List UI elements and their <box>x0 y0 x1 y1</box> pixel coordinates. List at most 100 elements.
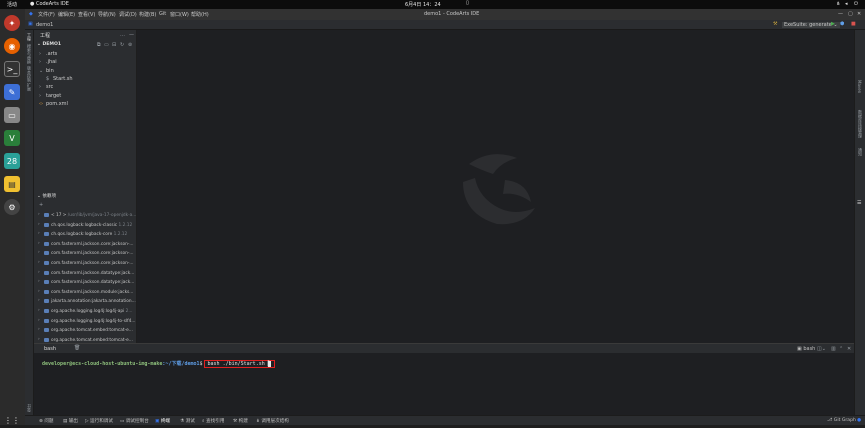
power-icon[interactable]: ⏻ <box>854 1 858 7</box>
notes-icon[interactable]: ▤ <box>4 176 20 192</box>
debug-icon[interactable]: ⬢ <box>840 21 844 27</box>
status-test[interactable]: ⚗ 测试 <box>180 418 195 424</box>
trash-icon[interactable]: ▥ <box>831 346 836 352</box>
dependency-item[interactable]: › ch.qos.logback:logback-core 1.2.12 <box>34 230 136 240</box>
terminal-icon[interactable]: >_ <box>4 61 20 77</box>
strip-db[interactable]: 数据库连接管理 <box>857 110 863 138</box>
dependency-label: < 17 > /usr/lib/jvm/java-17-openjdk-a... <box>51 213 136 218</box>
add-dependency-icon[interactable]: + <box>39 202 43 208</box>
status-terminal[interactable]: ▣ 终端 <box>155 418 170 424</box>
project-tab[interactable]: demo1 <box>36 22 53 28</box>
collapse-icon[interactable]: ⊟ <box>112 42 116 48</box>
menu-navigate[interactable]: 导航(N) <box>98 11 116 18</box>
tree-item[interactable]: › .jhai <box>34 58 136 66</box>
test-label: 测试 <box>185 419 195 424</box>
dependency-item[interactable]: › com.fasterxml.jackson.core:jackson-... <box>34 249 136 259</box>
app-grid-icon[interactable]: ⋮⋮ <box>4 412 20 428</box>
tree-item[interactable]: › src <box>34 83 136 91</box>
menu-help[interactable]: 帮助(H) <box>191 11 209 18</box>
split-terminal-icon[interactable]: ◫⌄ <box>817 346 826 352</box>
menu-file[interactable]: 文件(F) <box>38 11 55 18</box>
strip-notifications[interactable]: 通知 <box>857 148 863 156</box>
status-bell-icon[interactable]: ● <box>857 418 861 423</box>
jar-icon <box>44 280 49 285</box>
files-icon[interactable]: ▭ <box>4 107 20 123</box>
maximize-panel-icon[interactable]: ⌃ <box>839 346 843 352</box>
hammer-icon[interactable]: ⚒ <box>773 21 777 27</box>
menu-view[interactable]: 查看(V) <box>78 11 95 18</box>
project-panel: 工程 … — ⌄ DEMO1 ⧉ ▭ ⊟ ↻ ⊚ › .arts › .jhai ⌄ bi… <box>34 30 136 343</box>
dependency-label: com.fasterxml.jackson.datatype:jack... <box>51 280 134 285</box>
status-run-debug[interactable]: ▷ 运行和调试 <box>85 418 113 424</box>
tree-item[interactable]: › .arts <box>34 50 136 58</box>
refresh-icon[interactable]: ↻ <box>120 42 124 48</box>
dependency-item[interactable]: › < 17 > /usr/lib/jvm/java-17-openjdk-a..… <box>34 211 136 221</box>
calendar-icon[interactable]: 28 <box>4 153 20 169</box>
status-call-hierarchy[interactable]: ⋔ 调用层次结构 <box>256 418 289 424</box>
text-editor-icon[interactable]: ✎ <box>4 84 20 100</box>
hide-panel-icon[interactable]: — <box>129 32 134 38</box>
terminal-line[interactable]: developer@ecs-cloud-host-ubuntu-img-make… <box>42 360 275 368</box>
close-panel-icon[interactable]: ✕ <box>847 346 851 352</box>
dependency-item[interactable]: › org.apache.logging.log4j:log4j-api 2... <box>34 307 136 317</box>
strip-search[interactable]: 搜索与替换 <box>26 44 32 64</box>
firefox-icon[interactable]: ◉ <box>4 38 20 54</box>
terminal-tab[interactable]: bash <box>44 346 56 352</box>
new-folder-icon[interactable]: ▭ <box>104 42 109 48</box>
status-git-graph[interactable]: ⎇ Git Graph <box>827 418 856 423</box>
activities-button[interactable]: 活动 <box>7 1 17 8</box>
app-name[interactable]: ● CodeArts IDE <box>30 1 69 7</box>
status-debug-console[interactable]: ▭ 调试控制台 <box>120 418 149 424</box>
more-icon[interactable]: … <box>120 32 125 38</box>
dependency-item[interactable]: › com.fasterxml.jackson.core:jackson-... <box>34 259 136 269</box>
dependency-item[interactable]: › org.apache.tomcat.embed:tomcat-e... <box>34 326 136 336</box>
menu-edit[interactable]: 编辑(E) <box>58 11 75 18</box>
locate-icon[interactable]: ⊚ <box>128 42 132 48</box>
clock[interactable]: 6月4日 14：24 <box>405 1 441 8</box>
new-file-icon[interactable]: ⧉ <box>97 42 101 48</box>
codearts-icon[interactable]: ✦ <box>4 15 20 31</box>
shell-select[interactable]: ▣ bash <box>797 346 815 352</box>
menu-build[interactable]: 构建(B) <box>139 11 156 18</box>
strip-project[interactable]: 工程 <box>26 33 32 41</box>
dependencies-header[interactable]: ⌄ 依赖项 <box>37 193 56 199</box>
strip-bookmarks[interactable]: 书签 <box>26 404 32 412</box>
status-output[interactable]: ▤ 输出 <box>63 418 78 424</box>
run-icon[interactable]: ▶ <box>831 21 835 27</box>
stop-icon[interactable]: ■ <box>851 21 856 27</box>
settings-icon[interactable]: ⚙ <box>4 199 20 215</box>
maximize-icon[interactable]: ▢ <box>848 11 853 17</box>
strip-vcs[interactable]: 版本控制 <box>26 66 32 82</box>
volume-icon[interactable]: ◂ <box>845 1 848 7</box>
dependency-item[interactable]: › com.fasterxml.jackson.datatype:jack... <box>34 278 136 288</box>
dependency-item[interactable]: › com.fasterxml.jackson.datatype:jack... <box>34 269 136 279</box>
delete-terminal-icon[interactable]: 🗑 <box>74 345 80 351</box>
dependency-item[interactable]: › com.fasterxml.jackson.module:jacks... <box>34 288 136 298</box>
dependency-item[interactable]: › com.fasterxml.jackson.core:jackson-... <box>34 240 136 250</box>
tree-item[interactable]: ⌄ bin <box>34 67 136 75</box>
dependency-item[interactable]: › ch.qos.logback:logback-classic 1.2.12 <box>34 221 136 231</box>
status-find-references[interactable]: ⌕ 查找引用 <box>202 418 224 424</box>
chevron-icon: ⌄ <box>39 67 44 74</box>
dependency-name: com.fasterxml.jackson.datatype:jack... <box>51 270 135 276</box>
dependency-item[interactable]: › org.apache.logging.log4j:log4j-to-slf4.… <box>34 317 136 327</box>
close-icon[interactable]: ✕ <box>857 11 861 17</box>
status-build[interactable]: ⚒ 构建 <box>233 418 248 424</box>
vim-icon[interactable]: V <box>4 130 20 146</box>
tree-item[interactable]: ‹› pom.xml <box>34 100 136 108</box>
menu-lines-icon[interactable]: ☰ <box>857 200 861 206</box>
network-icon[interactable]: ⋔ <box>836 1 840 7</box>
dependency-item[interactable]: › jakarta.annotation:jakarta.annotation..… <box>34 297 136 307</box>
dependency-label: com.fasterxml.jackson.core:jackson-... <box>51 242 134 247</box>
status-problems[interactable]: ⊗ 问题 <box>39 418 54 424</box>
strip-extensions[interactable]: 扩展 <box>26 83 32 91</box>
menu-debug[interactable]: 调试(D) <box>119 11 137 18</box>
menu-window[interactable]: 窗口(W) <box>170 11 189 18</box>
tree-item[interactable]: $ Start.sh <box>34 75 136 83</box>
menu-git[interactable]: Git <box>159 11 166 17</box>
tree-item[interactable]: › target <box>34 92 136 100</box>
strip-maven[interactable]: Maven <box>857 80 862 93</box>
editor-area[interactable] <box>137 30 854 343</box>
minimize-icon[interactable]: — <box>838 11 843 17</box>
project-root[interactable]: ⌄ DEMO1 <box>37 42 61 47</box>
